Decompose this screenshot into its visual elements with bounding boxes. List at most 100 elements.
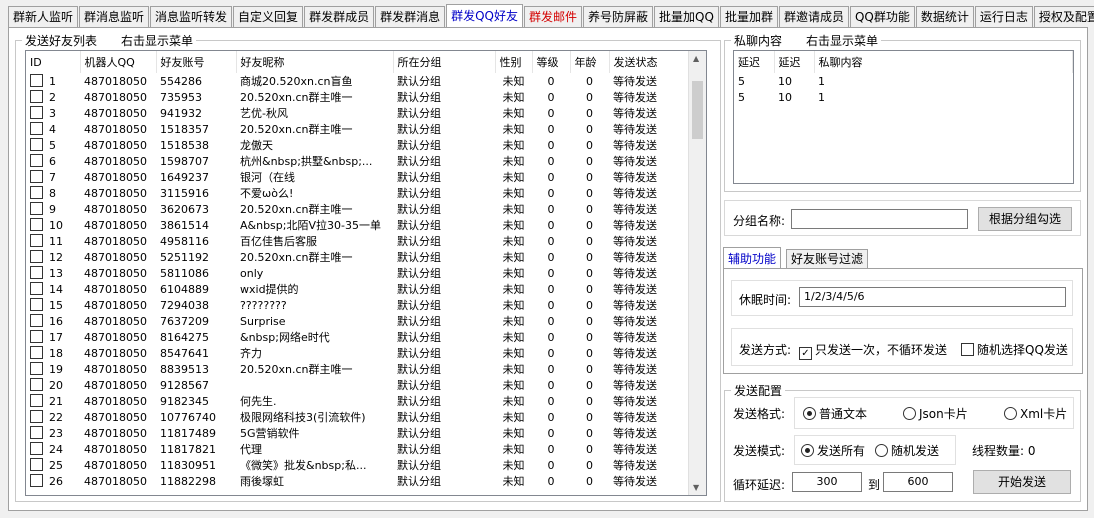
table-row[interactable]: 15 487018050 7294038???????? 默认分组 未知 0 0 等待发送 (26, 297, 689, 313)
tab-6[interactable]: 群发QQ好友 (446, 4, 523, 27)
format-text-radio[interactable]: 普通文本 (803, 405, 867, 422)
row-checkbox[interactable] (30, 170, 43, 183)
row-checkbox[interactable] (30, 378, 43, 391)
table-row[interactable]: 16 487018050 7637209 Surprise 默认分组 未知 0 0 等待发送 (26, 313, 689, 329)
row-checkbox[interactable] (30, 458, 43, 471)
private-content-table[interactable]: 延迟 延迟 私聊内容 5 10 1 5 10 1 (733, 50, 1074, 184)
row-checkbox[interactable] (30, 410, 43, 423)
friend-column-header[interactable]: 性别 (495, 51, 533, 73)
friend-column-header[interactable]: 机器人QQ (80, 51, 157, 73)
table-row[interactable]: 25 487018050 11830951 《微笑》批发&nbsp;私... 默认分组 未… (26, 457, 689, 473)
tab-7[interactable]: 群发邮件 (524, 6, 583, 27)
tab-11[interactable]: 群邀请成员 (778, 6, 849, 27)
friend-list-table[interactable]: ID 机器人QQ 好友账号 好友昵称 所在分组 性别 等级 年龄 发送状态 1 487018050… (25, 50, 707, 496)
tab-5[interactable]: 群发群消息 (375, 6, 446, 27)
tab-8[interactable]: 养号防屏蔽 (583, 6, 654, 27)
scroll-down-icon[interactable]: ▼ (693, 483, 699, 492)
row-checkbox[interactable] (30, 122, 43, 135)
row-checkbox[interactable] (30, 474, 43, 487)
table-row[interactable]: 14 487018050 6104889 wxid提供的 默认分组 未知 0 0 等待发送 (26, 281, 689, 297)
table-row[interactable]: 5 487018050 1518538 龙傲天 默认分组 未知 0 0 等待发送 (26, 137, 689, 153)
table-row[interactable]: 1 487018050 554286 商城20.520xn.cn盲鱼 默认分组 未知 0 0 等… (26, 73, 689, 89)
friend-column-header[interactable]: ID (26, 51, 81, 73)
row-checkbox[interactable] (30, 346, 43, 359)
private-column-header[interactable]: 延迟 (734, 51, 775, 73)
tab-12[interactable]: QQ群功能 (849, 6, 915, 27)
row-checkbox[interactable] (30, 106, 43, 119)
random-qq-checkbox[interactable]: 随机选择QQ发送 (961, 341, 1068, 358)
table-row[interactable]: 10 487018050 3861514 A&nbsp;北陌V拉30-35一单 默认分组… (26, 217, 689, 233)
scroll-thumb[interactable] (692, 81, 703, 139)
row-checkbox[interactable] (30, 250, 43, 263)
row-checkbox[interactable] (30, 202, 43, 215)
row-checkbox[interactable] (30, 138, 43, 151)
scroll-up-icon[interactable]: ▲ (693, 54, 699, 63)
tab-9[interactable]: 批量加QQ (654, 6, 719, 27)
table-row[interactable]: 22 487018050 10776740 极限网络科技3(引流软件) 默认分组 未知 0 0… (26, 409, 689, 425)
table-row[interactable]: 21 487018050 9182345 何先生. 默认分组 未知 0 0 等待发送 (26, 393, 689, 409)
private-column-header[interactable]: 延迟 (774, 51, 815, 73)
row-checkbox[interactable] (30, 234, 43, 247)
table-row[interactable]: 18 487018050 8547641 齐力 默认分组 未知 0 0 等待发送 (26, 345, 689, 361)
friend-column-header[interactable]: 好友昵称 (236, 51, 394, 73)
table-row[interactable]: 5 10 1 (734, 73, 1073, 89)
select-by-group-button[interactable]: 根据分组勾选 (978, 207, 1072, 231)
tab-friend-filter[interactable]: 好友账号过滤 (786, 249, 869, 268)
format-json-radio[interactable]: Json卡片 (903, 405, 968, 422)
table-row[interactable]: 7 487018050 1649237 银河（在线 默认分组 未知 0 0 等待发送 (26, 169, 689, 185)
row-checkbox[interactable] (30, 442, 43, 455)
row-checkbox[interactable] (30, 266, 43, 279)
table-row[interactable]: 13 487018050 5811086 only 默认分组 未知 0 0 等待发送 (26, 265, 689, 281)
private-column-header[interactable]: 私聊内容 (814, 51, 1073, 73)
friend-column-header[interactable]: 发送状态 (609, 51, 690, 73)
group-name-input[interactable] (791, 209, 968, 229)
tab-14[interactable]: 运行日志 (974, 6, 1033, 27)
table-row[interactable]: 23 487018050 11817489 5G营销软件 默认分组 未知 0 0 等待发送 (26, 425, 689, 441)
mode-random-radio[interactable]: 随机发送 (875, 442, 939, 459)
friend-column-header[interactable]: 所在分组 (393, 51, 496, 73)
friend-column-header[interactable]: 等级 (532, 51, 571, 73)
row-checkbox[interactable] (30, 330, 43, 343)
table-row[interactable]: 8 487018050 3115916 不爱ωò么! 默认分组 未知 0 0 等待发送 (26, 185, 689, 201)
row-checkbox[interactable] (30, 394, 43, 407)
friend-list-scrollbar[interactable]: ▲ ▼ (688, 51, 706, 495)
friend-column-header[interactable]: 好友账号 (156, 51, 237, 73)
table-row[interactable]: 12 487018050 5251192 20.520xn.cn群主唯一 默认分组 未知 0… (26, 249, 689, 265)
mode-all-radio[interactable]: 发送所有 (801, 442, 865, 459)
table-row[interactable]: 6 487018050 1598707 杭州&nbsp;拱墅&nbsp;... 默认分组… (26, 153, 689, 169)
tab-4[interactable]: 群发群成员 (304, 6, 375, 27)
table-row[interactable]: 5 10 1 (734, 89, 1073, 105)
tab-3[interactable]: 自定义回复 (233, 6, 304, 27)
table-row[interactable]: 26 487018050 11882298 雨後塜虹 默认分组 未知 0 0 等待发送 (26, 473, 689, 489)
loop-delay-max-input[interactable]: 600 (883, 472, 953, 492)
sleep-time-input[interactable]: 1/2/3/4/5/6 (799, 287, 1066, 307)
table-row[interactable]: 2 487018050 735953 20.520xn.cn群主唯一 默认分组 未知 0 0 等… (26, 89, 689, 105)
table-row[interactable]: 19 487018050 8839513 20.520xn.cn群主唯一 默认分组 未知 0… (26, 361, 689, 377)
row-checkbox[interactable] (30, 426, 43, 439)
table-row[interactable]: 20 487018050 9128567 默认分组 未知 0 0 等待发送 (26, 377, 689, 393)
tab-0[interactable]: 群新人监听 (8, 6, 79, 27)
send-once-checkbox[interactable]: ✓ 只发送一次，不循环发送 (799, 341, 947, 360)
friend-column-header[interactable]: 年龄 (570, 51, 610, 73)
table-row[interactable]: 17 487018050 8164275 &nbsp;网络e时代 默认分组 未知 0 0 等待发… (26, 329, 689, 345)
row-checkbox[interactable] (30, 186, 43, 199)
row-checkbox[interactable] (30, 282, 43, 295)
tab-10[interactable]: 批量加群 (719, 6, 778, 27)
tab-13[interactable]: 数据统计 (915, 6, 974, 27)
row-checkbox[interactable] (30, 314, 43, 327)
tab-15[interactable]: 授权及配置 (1033, 6, 1094, 27)
loop-delay-min-input[interactable]: 300 (792, 472, 862, 492)
row-checkbox[interactable] (30, 74, 43, 87)
row-checkbox[interactable] (30, 218, 43, 231)
tab-1[interactable]: 群消息监听 (79, 6, 150, 27)
table-row[interactable]: 4 487018050 1518357 20.520xn.cn群主唯一 默认分组 未知 0 0… (26, 121, 689, 137)
row-checkbox[interactable] (30, 298, 43, 311)
row-checkbox[interactable] (30, 362, 43, 375)
table-row[interactable]: 11 487018050 4958116 百亿佳售后客服 默认分组 未知 0 0 等待发送 (26, 233, 689, 249)
table-row[interactable]: 9 487018050 3620673 20.520xn.cn群主唯一 默认分组 未知 0 0… (26, 201, 689, 217)
start-send-button[interactable]: 开始发送 (973, 470, 1071, 494)
row-checkbox[interactable] (30, 90, 43, 103)
tab-2[interactable]: 消息监听转发 (150, 6, 233, 27)
row-checkbox[interactable] (30, 154, 43, 167)
table-row[interactable]: 3 487018050 941932 艺优-秋风 默认分组 未知 0 0 等待发送 (26, 105, 689, 121)
